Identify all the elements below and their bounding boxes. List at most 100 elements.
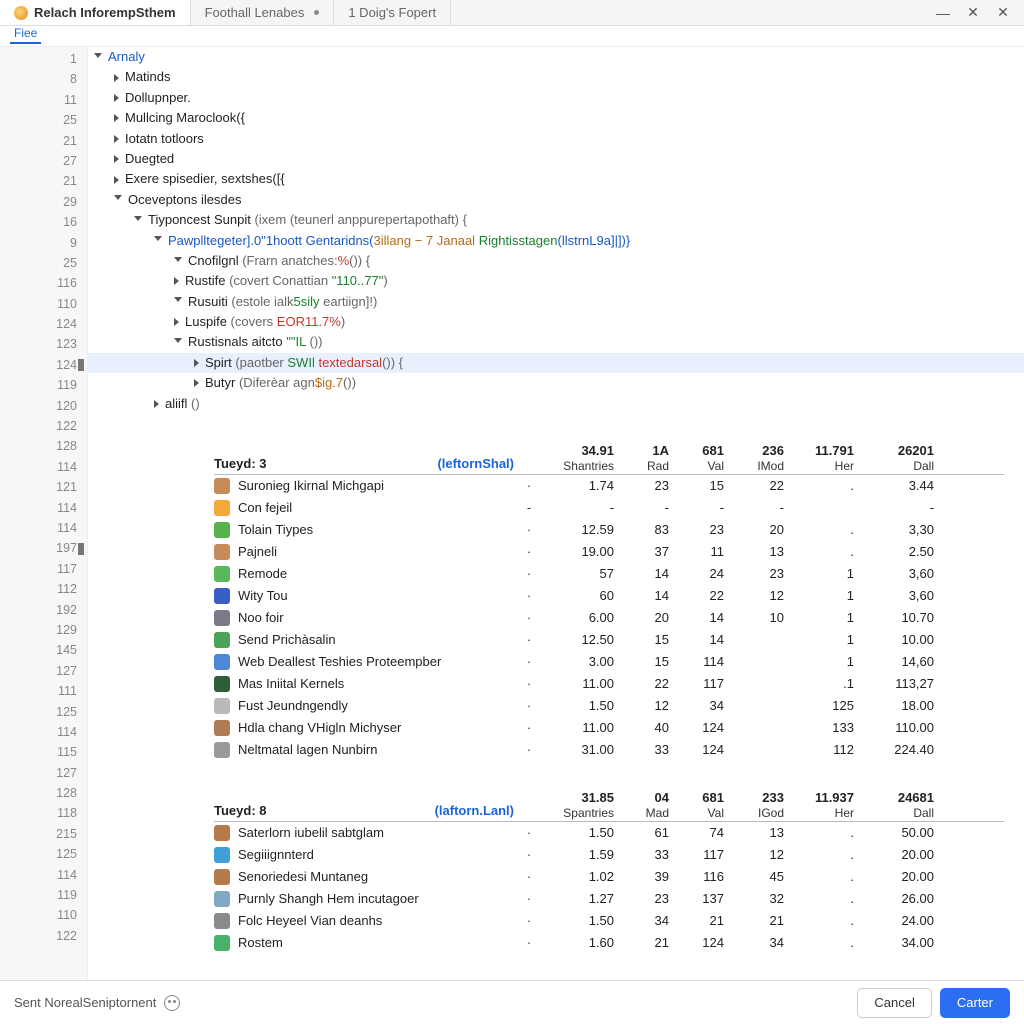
cell: 18.00 [854,696,934,716]
tree-row[interactable]: Luspife (covers EOR11.7%) [94,312,1024,332]
line-number: 8 [0,69,77,89]
group-link[interactable]: (leftornShal) [437,454,514,474]
chevron-right-icon[interactable] [114,114,119,122]
table-row[interactable]: Saterlorn iubelil sabtglam·1.50617413.50… [214,822,1004,844]
tree-row[interactable]: Oceveptons ilesdes [94,190,1024,210]
cell: 117 [669,674,724,694]
primary-button[interactable]: Carter [940,988,1010,1018]
table-row[interactable]: Senoriedesi Muntaneg·1.023911645.20.00 [214,866,1004,888]
cell: 45 [724,867,784,887]
chevron-down-icon[interactable] [174,338,182,347]
tree-row[interactable]: Duegted [94,149,1024,169]
tree-row[interactable]: Matinds [94,67,1024,87]
group-link[interactable]: (laftorn.Lanl) [435,801,514,821]
chevron-down-icon[interactable] [114,195,122,204]
row-marker: · [514,911,544,931]
feedback-icon[interactable] [164,995,180,1011]
line-number: 114 [0,457,77,477]
cell: 21 [724,911,784,931]
table-row[interactable]: Neltmatal lagen Nunbirn·31.0033124112224… [214,739,1004,761]
tree-row[interactable]: Rusuiti (estole ialk5sily eartiign]!) [94,292,1024,312]
tree-row[interactable]: Arnaly [94,47,1024,67]
table-row[interactable]: Rostem·1.602112434.34.00 [214,932,1004,954]
column-header[interactable]: 681Val [669,443,724,474]
column-header[interactable]: 11.937Her [784,790,854,821]
table-row[interactable]: Folc Heyeel Vian deanhs·1.50342121.24.00 [214,910,1004,932]
table-row[interactable]: Fust Jeundngendly·1.50123412518.00 [214,695,1004,717]
breakpoint-marker[interactable] [78,543,84,555]
cell: 32 [724,889,784,909]
table-row[interactable]: Segiiignnterd·1.593311712.20.00 [214,844,1004,866]
tree-row[interactable]: aliifl () [94,394,1024,414]
tab-2[interactable]: Foothall Lenabes [191,0,335,25]
column-header[interactable]: 34.91Shantries [544,443,614,474]
table-row[interactable]: Noo foir·6.00201410110.70 [214,607,1004,629]
cell: 137 [669,889,724,909]
cancel-button[interactable]: Cancel [857,988,931,1018]
column-header[interactable]: 233IGod [724,790,784,821]
tree-row[interactable]: Mullcing Maroclook({ [94,108,1024,128]
row-icon [214,869,230,885]
chevron-right-icon[interactable] [174,277,179,285]
tree-row[interactable]: Spirt (paotber SWIl textedarsal()) { [88,353,1024,373]
tree-row[interactable]: Rustisnals aitcto ""IL ()) [94,332,1024,352]
table-row[interactable]: Purnly Shangh Hem incutagoer·1.272313732… [214,888,1004,910]
line-number: 25 [0,110,77,130]
breakpoint-marker[interactable] [78,359,84,371]
table-row[interactable]: Wity Tou·6014221213,60 [214,585,1004,607]
chevron-down-icon[interactable] [174,297,182,306]
cell: 23 [614,889,669,909]
chevron-right-icon[interactable] [194,359,199,367]
chevron-right-icon[interactable] [174,318,179,326]
table-row[interactable]: Web Deallest Teshies Proteempber·3.00151… [214,651,1004,673]
table-row[interactable]: Send Prichàsalin·12.501514110.00 [214,629,1004,651]
chevron-right-icon[interactable] [114,74,119,82]
chevron-down-icon[interactable] [174,257,182,266]
file-menu[interactable]: Fiee [10,26,41,44]
line-number: 111 [0,681,77,701]
tab-3[interactable]: 1 Doig's Fopert [334,0,451,25]
column-header[interactable]: 04Mad [614,790,669,821]
table-row[interactable]: Con fejeil------ [214,497,1004,519]
chevron-down-icon[interactable] [154,236,162,245]
tree-row[interactable]: Butyr (Diferèar agn$ig.7()) [94,373,1024,393]
dirty-dot-icon [314,10,319,15]
column-header[interactable]: 11.791Her [784,443,854,474]
tree-row[interactable]: Tiyponcest Sunpit (ixem (teunerl anppure… [94,210,1024,230]
chevron-right-icon[interactable] [194,379,199,387]
cell: 39 [614,867,669,887]
chevron-right-icon[interactable] [114,155,119,163]
table-row[interactable]: Suronieg Ikirnal Michgapi·1.74231522.3.4… [214,475,1004,497]
close-button-2[interactable]: ✕ [988,3,1018,23]
tree-row[interactable]: Iotatn totloors [94,129,1024,149]
chevron-right-icon[interactable] [154,400,159,408]
column-header[interactable]: 236IMod [724,443,784,474]
tree-row[interactable]: Cnofilgnl (Frarn anatches:%()) { [94,251,1024,271]
column-header[interactable]: 681Val [669,790,724,821]
table-row[interactable]: Mas Iniital Kernels·11.0022117.1113,27 [214,673,1004,695]
column-header[interactable]: 24681Dall [854,790,934,821]
chevron-down-icon[interactable] [94,53,102,62]
tab-1[interactable]: Relach InforempSthem [0,0,191,25]
line-gutter: 1811252127212916925116110124123124119120… [0,47,88,980]
tree-row[interactable]: Pawplltegeter].0"1hoott Gentaridns(3illa… [94,231,1024,251]
tree-row[interactable]: Dollupnper. [94,88,1024,108]
tree-row[interactable]: Rustife (covert Conattian "110..77") [94,271,1024,291]
column-header[interactable]: 1ARad [614,443,669,474]
chevron-right-icon[interactable] [114,135,119,143]
column-header[interactable]: 26201Dall [854,443,934,474]
minimize-button[interactable]: — [928,3,958,23]
cell: . [784,476,854,496]
tree-row[interactable]: Exere spisedier, sextshes([{ [94,169,1024,189]
table-row[interactable]: Tolain Tiypes·12.59832320.3,30 [214,519,1004,541]
chevron-right-icon[interactable] [114,94,119,102]
close-button[interactable]: ✕ [958,3,988,23]
chevron-right-icon[interactable] [114,176,119,184]
table-row[interactable]: Hdla chang VHigln Michyser·11.0040124133… [214,717,1004,739]
row-name: Con fejeil [238,498,292,518]
column-header[interactable]: 31.85Spantries [544,790,614,821]
table-row[interactable]: Remode·5714242313,60 [214,563,1004,585]
table-row[interactable]: Pajneli·19.00371113.2.50 [214,541,1004,563]
code-content[interactable]: ArnalyMatindsDollupnper.Mullcing Maroclo… [88,47,1024,980]
chevron-down-icon[interactable] [134,216,142,225]
